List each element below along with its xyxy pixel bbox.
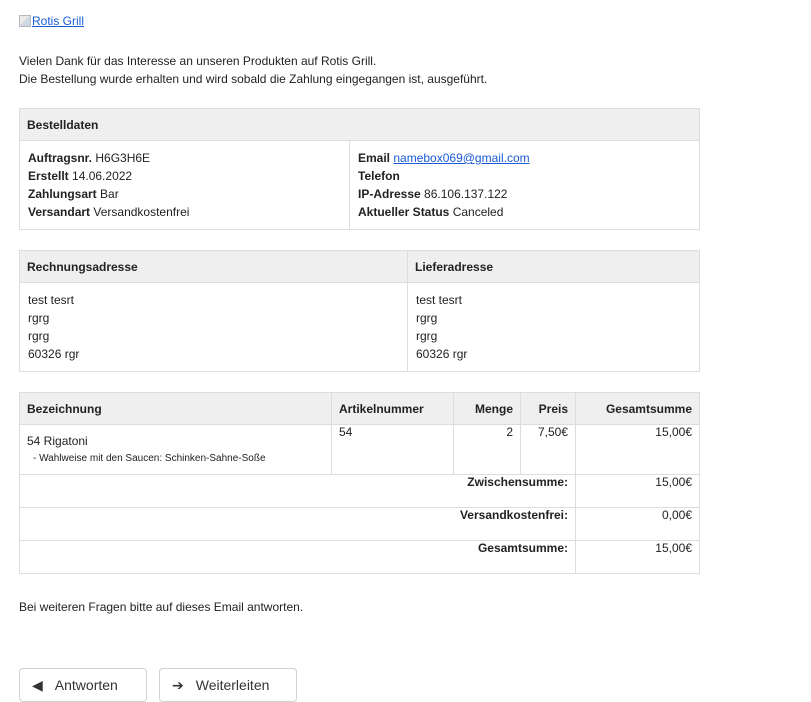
shipping-method-label: Versandart	[28, 205, 91, 219]
col-header-qty: Menge	[453, 392, 521, 425]
phone-row: Telefon	[358, 167, 691, 185]
address-table: Rechnungsadresse Lieferadresse test tesr…	[19, 250, 700, 372]
order-details-left: Auftragsnr. H6G3H6E Erstellt 14.06.2022 …	[19, 140, 350, 230]
billing-address-header: Rechnungsadresse	[19, 250, 408, 283]
item-name-cell: 54 Rigatoni - Wahlweise mit den Saucen: …	[19, 424, 332, 475]
shipping-line: rgrg	[416, 329, 438, 343]
subtotal-value: 15,00€	[575, 474, 700, 508]
billing-line: test tesrt	[28, 293, 75, 307]
billing-line: rgrg	[28, 329, 50, 343]
item-name: 54 Rigatoni	[27, 434, 88, 448]
email-row: Email namebox069@gmail.com	[358, 149, 691, 167]
item-price: 7,50€	[520, 424, 576, 475]
grand-total-value: 15,00€	[575, 540, 700, 574]
logo-link[interactable]: Rotis Grill	[19, 12, 84, 30]
ip-row: IP-Adresse 86.106.137.122	[358, 185, 691, 203]
reply-button[interactable]: ◀ Antworten	[19, 668, 147, 702]
grand-total-label: Gesamtsumme:	[19, 540, 576, 574]
shipping-line: test tesrt	[416, 293, 463, 307]
table-row: 54 Rigatoni - Wahlweise mit den Saucen: …	[19, 424, 700, 475]
item-qty: 2	[453, 424, 521, 475]
intro-line-2: Die Bestellung wurde erhalten und wird s…	[19, 72, 488, 86]
billing-address: test tesrt rgrg rgrg 60326 rgr	[19, 282, 408, 372]
subtotal-label: Zwischensumme:	[19, 474, 576, 508]
shipping-method-value: Versandkostenfrei	[93, 205, 190, 219]
col-header-sku: Artikelnummer	[331, 392, 454, 425]
payment-row: Zahlungsart Bar	[28, 185, 341, 203]
phone-label: Telefon	[358, 169, 400, 183]
ip-label: IP-Adresse	[358, 187, 421, 201]
col-header-name: Bezeichnung	[19, 392, 332, 425]
item-option: - Wahlweise mit den Saucen: Schinken-Sah…	[33, 453, 266, 464]
subtotal-row: Zwischensumme: 15,00€	[19, 474, 700, 508]
order-details-right: Email namebox069@gmail.com Telefon IP-Ad…	[348, 140, 701, 230]
intro-text: Vielen Dank für das Interesse an unseren…	[19, 52, 699, 88]
forward-button[interactable]: ➔ Weiterleiten	[159, 668, 297, 702]
order-details-header: Bestelldaten	[18, 108, 701, 141]
shipping-cost-value: 0,00€	[575, 507, 700, 541]
status-value: Canceled	[452, 205, 504, 219]
reply-label: Antworten	[54, 677, 118, 693]
items-table: Bezeichnung Artikelnummer Menge Preis Ge…	[19, 392, 700, 574]
status-label: Aktueller Status	[358, 205, 450, 219]
shipping-address-header: Lieferadresse	[407, 250, 700, 283]
order-details-table: Bestelldaten Auftragsnr. H6G3H6E Erstell…	[18, 108, 701, 230]
col-header-price: Preis	[520, 392, 576, 425]
shipping-line: 60326 rgr	[416, 347, 468, 361]
shipping-cost-label: Versandkostenfrei:	[19, 507, 576, 541]
col-header-total: Gesamtsumme	[575, 392, 700, 425]
created-row: Erstellt 14.06.2022	[28, 167, 341, 185]
payment-value: Bar	[100, 187, 119, 201]
footer-note: Bei weiteren Fragen bitte auf dieses Ema…	[19, 600, 304, 614]
item-total: 15,00€	[575, 424, 700, 475]
billing-line: 60326 rgr	[28, 347, 80, 361]
order-number-row: Auftragsnr. H6G3H6E	[28, 149, 341, 167]
shipping-line: rgrg	[416, 311, 438, 325]
forward-arrow-icon: ➔	[172, 677, 184, 693]
reply-arrow-icon: ◀	[32, 677, 43, 693]
status-row: Aktueller Status Canceled	[358, 203, 691, 221]
order-number-value: H6G3H6E	[95, 151, 151, 165]
billing-line: rgrg	[28, 311, 50, 325]
shipping-cost-row: Versandkostenfrei: 0,00€	[19, 507, 700, 541]
broken-image-icon	[19, 15, 31, 27]
forward-label: Weiterleiten	[195, 677, 270, 693]
email-label: Email	[358, 151, 391, 165]
logo-alt-text: Rotis Grill	[32, 14, 85, 28]
created-value: 14.06.2022	[72, 169, 133, 183]
shipping-method-row: Versandart Versandkostenfrei	[28, 203, 341, 221]
order-number-label: Auftragsnr.	[28, 151, 93, 165]
shipping-address: test tesrt rgrg rgrg 60326 rgr	[407, 282, 700, 372]
intro-line-1: Vielen Dank für das Interesse an unseren…	[19, 54, 377, 68]
ip-value: 86.106.137.122	[424, 187, 508, 201]
created-label: Erstellt	[28, 169, 69, 183]
payment-label: Zahlungsart	[28, 187, 97, 201]
email-link[interactable]: namebox069@gmail.com	[393, 151, 529, 165]
email-body: Rotis Grill Vielen Dank für das Interess…	[18, 12, 701, 616]
item-sku: 54	[331, 424, 454, 475]
grand-total-row: Gesamtsumme: 15,00€	[19, 540, 700, 574]
